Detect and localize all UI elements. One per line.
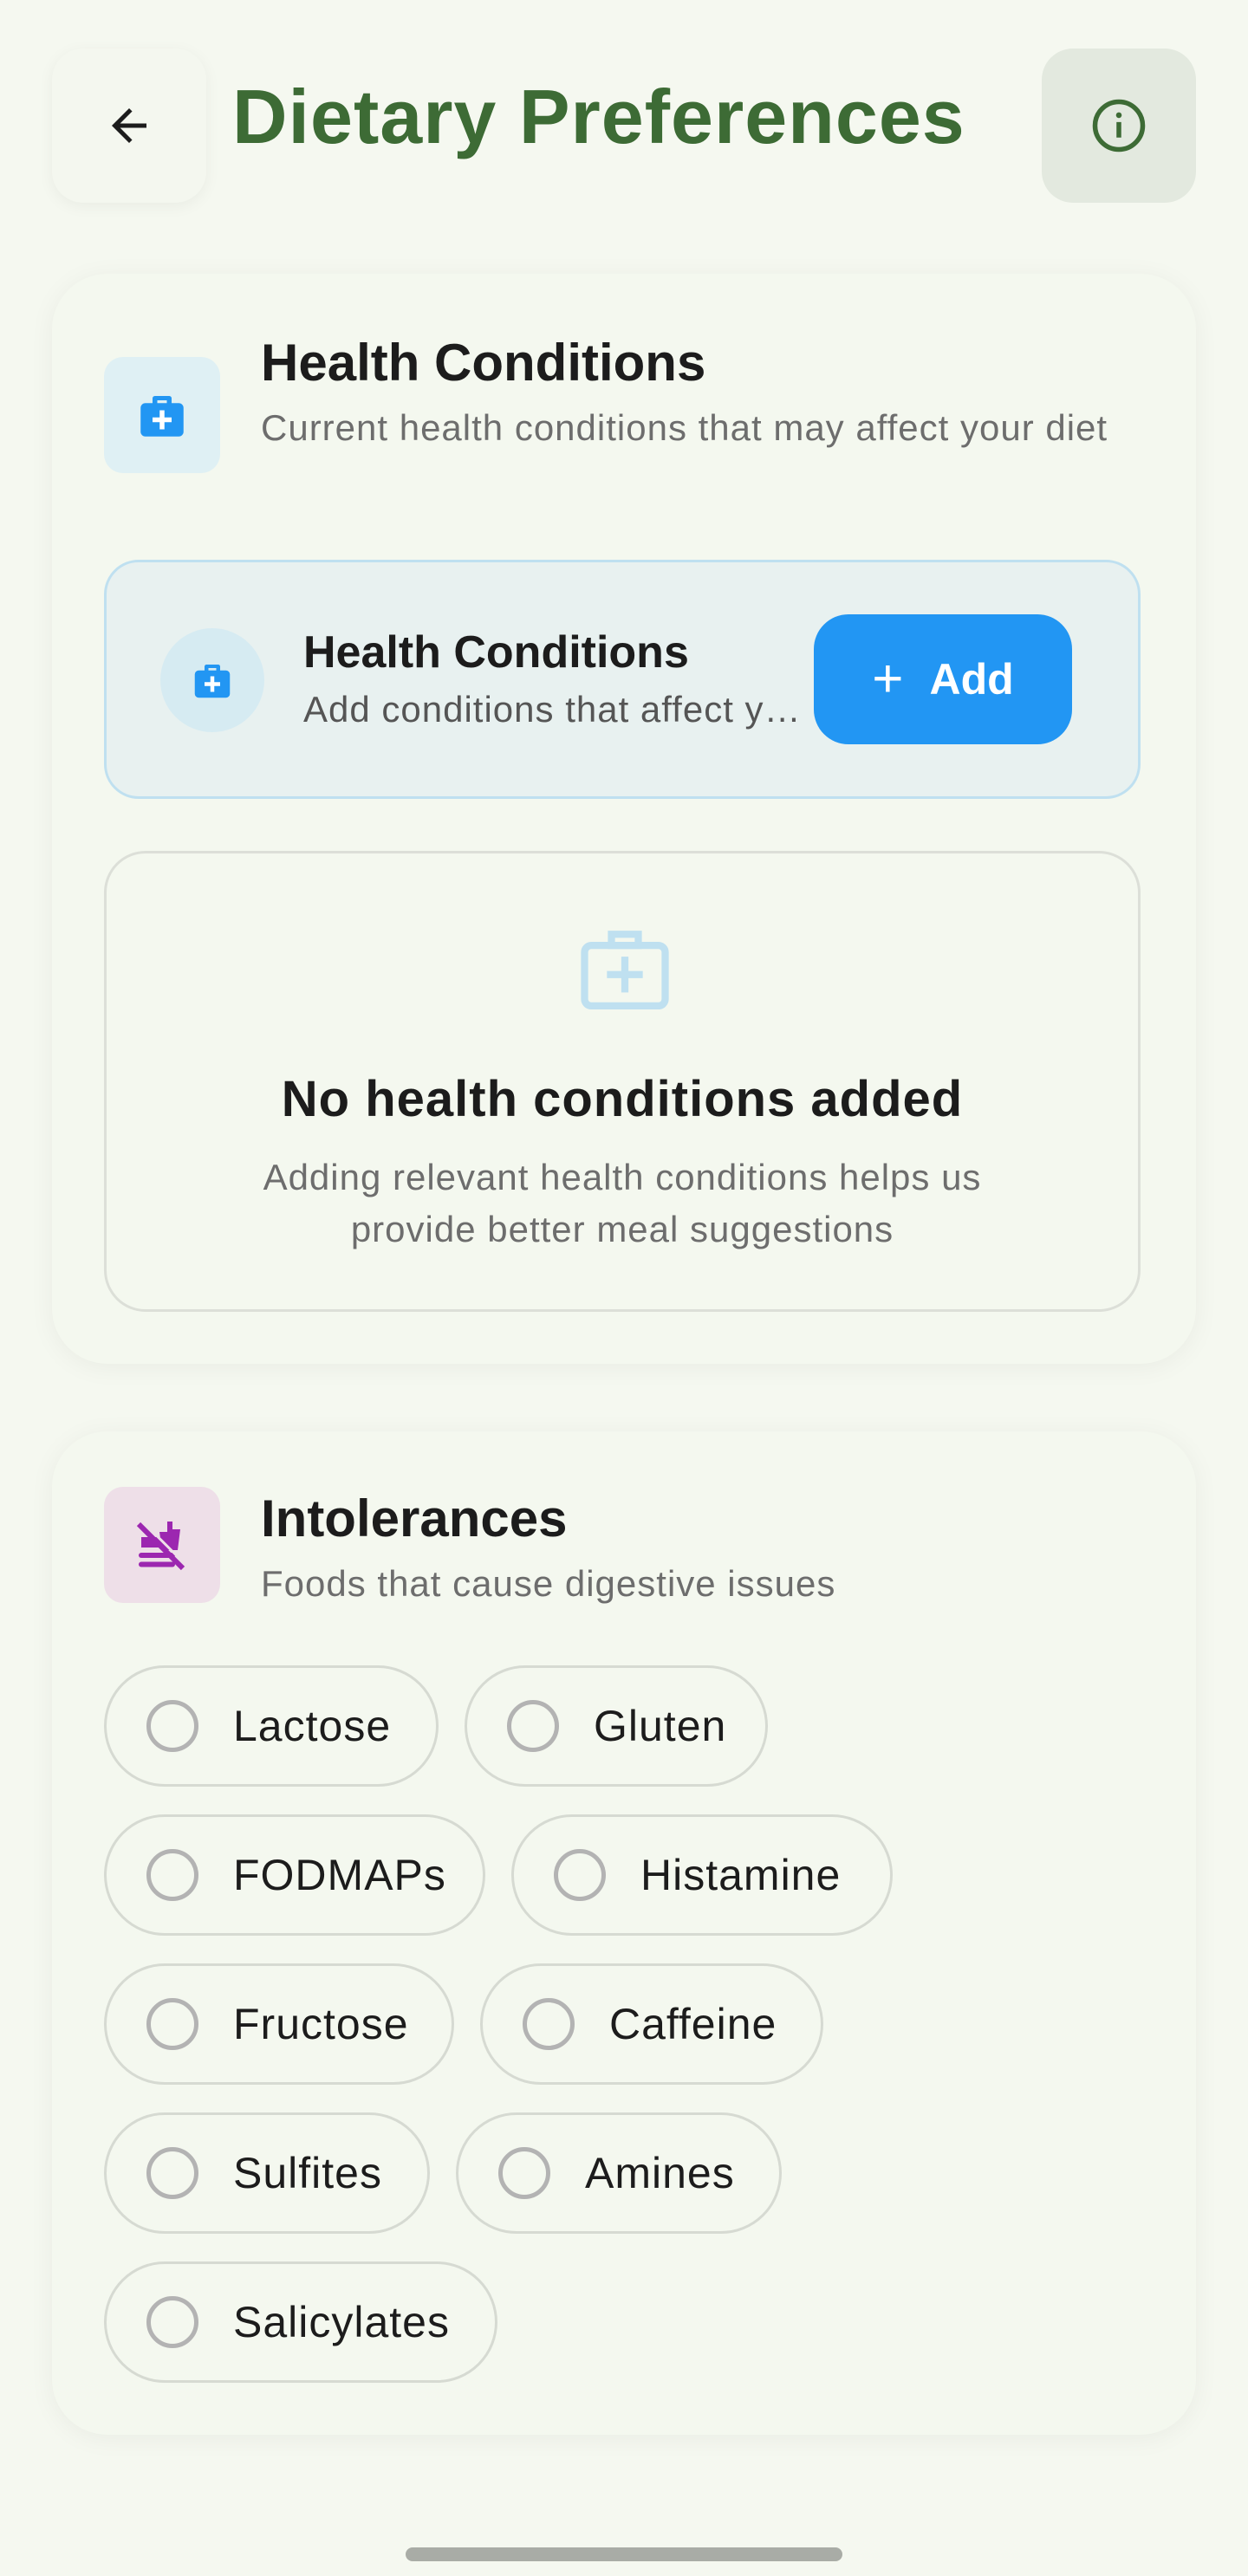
row-title: Health Conditions bbox=[303, 627, 689, 678]
chip-label: Amines bbox=[585, 2149, 735, 2197]
chip-gluten[interactable]: Gluten bbox=[465, 1665, 768, 1787]
row-subtitle: Add conditions that affect your diet bbox=[303, 689, 802, 730]
medical-bag-icon bbox=[104, 357, 220, 473]
radio-unchecked-icon bbox=[507, 1700, 559, 1752]
plus-icon: + bbox=[872, 649, 904, 709]
medical-bag-outline-icon bbox=[581, 931, 669, 1010]
medical-bag-icon bbox=[160, 628, 264, 732]
radio-unchecked-icon bbox=[146, 2147, 198, 2199]
info-icon bbox=[1092, 99, 1146, 152]
radio-unchecked-icon bbox=[523, 1998, 575, 2050]
section-subtitle: Foods that cause digestive issues bbox=[261, 1563, 836, 1604]
chip-fructose[interactable]: Fructose bbox=[104, 1963, 454, 2085]
chip-amines[interactable]: Amines bbox=[456, 2112, 782, 2234]
radio-unchecked-icon bbox=[554, 1849, 606, 1901]
radio-unchecked-icon bbox=[146, 1849, 198, 1901]
radio-unchecked-icon bbox=[146, 2296, 198, 2348]
chip-label: FODMAPs bbox=[233, 1851, 446, 1899]
health-conditions-row: Health Conditions Add conditions that af… bbox=[104, 560, 1141, 799]
info-button[interactable] bbox=[1042, 49, 1196, 203]
chip-label: Lactose bbox=[233, 1702, 392, 1750]
empty-state: No health conditions added Adding releva… bbox=[104, 851, 1141, 1312]
chip-lactose[interactable]: Lactose bbox=[104, 1665, 439, 1787]
chip-label: Fructose bbox=[233, 2000, 409, 2048]
section-title: Health Conditions bbox=[261, 334, 706, 392]
intolerances-card: Intolerances Foods that cause digestive … bbox=[52, 1431, 1196, 2435]
chip-label: Gluten bbox=[594, 1702, 727, 1750]
header: Dietary Preferences bbox=[52, 49, 1196, 204]
chip-histamine[interactable]: Histamine bbox=[511, 1814, 893, 1936]
radio-unchecked-icon bbox=[146, 1998, 198, 2050]
chip-label: Caffeine bbox=[609, 2000, 777, 2048]
chip-fodmaps[interactable]: FODMAPs bbox=[104, 1814, 485, 1936]
page-title: Dietary Preferences bbox=[232, 74, 965, 159]
section-title: Intolerances bbox=[261, 1489, 568, 1548]
radio-unchecked-icon bbox=[146, 1700, 198, 1752]
arrow-left-icon bbox=[112, 108, 146, 143]
radio-unchecked-icon bbox=[498, 2147, 550, 2199]
add-condition-button[interactable]: + Add bbox=[814, 614, 1072, 744]
chip-label: Histamine bbox=[640, 1851, 842, 1899]
back-button[interactable] bbox=[52, 49, 206, 203]
no-food-icon bbox=[104, 1487, 220, 1603]
chip-caffeine[interactable]: Caffeine bbox=[480, 1963, 823, 2085]
health-conditions-card: Health Conditions Current health conditi… bbox=[52, 274, 1196, 1364]
empty-title: No health conditions added bbox=[281, 1071, 964, 1127]
chip-label: Sulfites bbox=[233, 2149, 382, 2197]
chip-label: Salicylates bbox=[233, 2298, 450, 2346]
chip-sulfites[interactable]: Sulfites bbox=[104, 2112, 430, 2234]
section-subtitle: Current health conditions that may affec… bbox=[261, 407, 1108, 448]
home-indicator[interactable] bbox=[406, 2547, 842, 2561]
add-button-label: Add bbox=[929, 655, 1014, 704]
empty-subtitle: Adding relevant health conditions helps … bbox=[263, 1157, 982, 1249]
chip-salicylates[interactable]: Salicylates bbox=[104, 2261, 497, 2383]
